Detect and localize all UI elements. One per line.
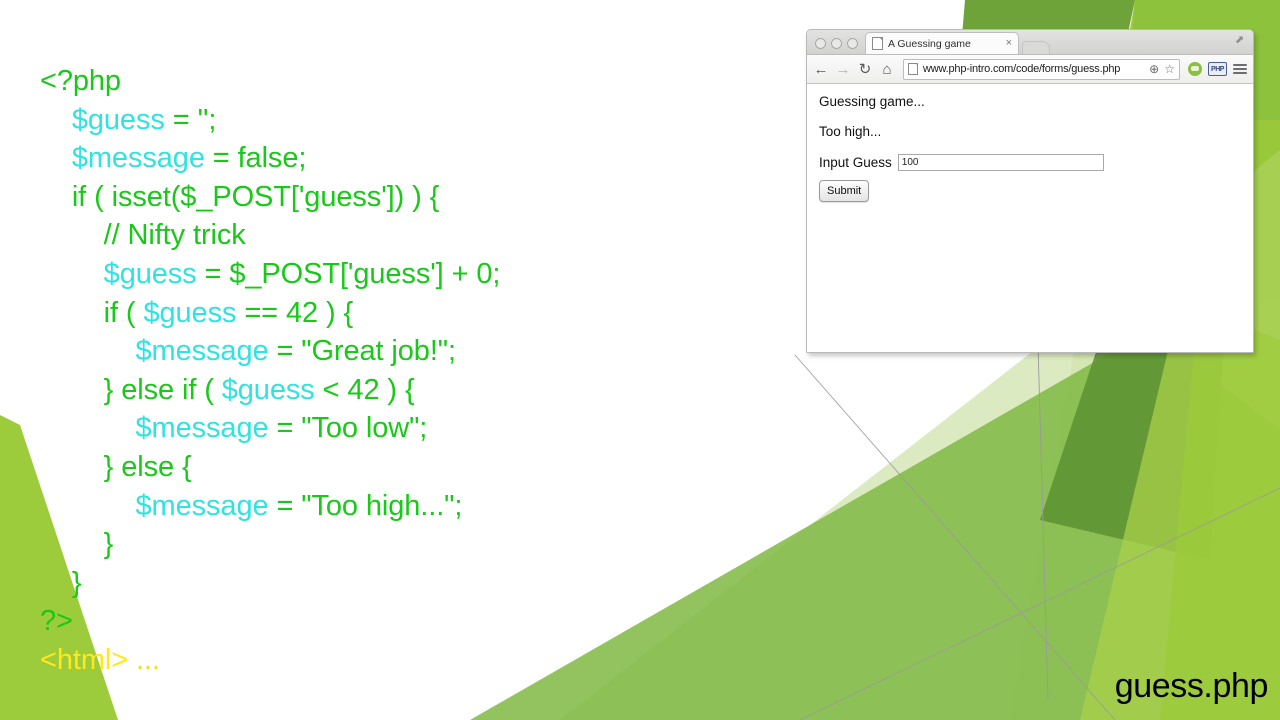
- code-line: $guess = $_POST['guess'] + 0;: [40, 255, 740, 294]
- code-token-code: == 42 ) {: [236, 296, 354, 329]
- code-token-code: }: [71, 566, 82, 599]
- window-controls: [807, 38, 865, 54]
- bookmark-star-icon[interactable]: ☆: [1164, 63, 1175, 75]
- guess-form-row: Input Guess: [819, 154, 1241, 171]
- code-token-var: $guess: [221, 373, 315, 406]
- code-token-var: $message: [135, 489, 269, 522]
- zoom-icon[interactable]: ⊕: [1149, 63, 1159, 75]
- code-line: if ( isset($_POST['guess']) ) {: [40, 178, 740, 217]
- zoom-window-dot[interactable]: [847, 38, 858, 49]
- new-tab-button[interactable]: [1022, 41, 1050, 54]
- code-token-code: if ( isset($_POST['guess']) ) {: [71, 180, 440, 213]
- code-line: $message = false;: [40, 139, 740, 178]
- code-token-var: $message: [135, 412, 269, 445]
- code-line: <html> ...: [40, 641, 740, 680]
- code-token-code: = "Great job!";: [268, 335, 456, 368]
- bg-line-diagonal-2: [794, 354, 1116, 720]
- code-line: // Nifty trick: [40, 216, 740, 255]
- url-text: www.php-intro.com/code/forms/guess.php: [923, 63, 1121, 75]
- page-icon: [872, 37, 883, 50]
- code-token-code: = '';: [164, 103, 217, 136]
- extension-php-icon[interactable]: PHP: [1208, 62, 1227, 76]
- page-result-message: Too high...: [819, 124, 882, 139]
- slide-canvas: <?php $guess = ''; $message = false; if …: [0, 0, 1280, 720]
- bg-line-diagonal-1: [1037, 344, 1049, 701]
- forward-icon[interactable]: →: [835, 61, 851, 77]
- page-viewport: Guessing game... Too high... Input Guess…: [807, 84, 1253, 352]
- submit-button[interactable]: Submit: [819, 180, 870, 202]
- code-line: if ( $guess == 42 ) {: [40, 294, 740, 333]
- browser-toolbar: ← → ↻ ⌂ www.php-intro.com/code/forms/gue…: [807, 55, 1253, 84]
- code-token-var: $guess: [143, 296, 237, 329]
- close-window-dot[interactable]: [815, 38, 826, 49]
- hamburger-menu-icon[interactable]: [1233, 64, 1247, 74]
- code-token-code: } else {: [103, 450, 192, 483]
- code-token-var: $message: [71, 142, 205, 175]
- code-line: }: [40, 564, 740, 603]
- php-code-listing: <?php $guess = ''; $message = false; if …: [40, 62, 740, 680]
- code-line: $guess = '';: [40, 101, 740, 140]
- code-token-var: $message: [135, 335, 269, 368]
- slide-caption: guess.php: [1114, 667, 1269, 705]
- code-line: ?>: [40, 602, 740, 641]
- code-line: $message = "Too low";: [40, 409, 740, 448]
- browser-window-screenshot: A Guessing game × ⬈ ← → ↻ ⌂ www.php-intr…: [806, 29, 1254, 353]
- browser-tab[interactable]: A Guessing game ×: [865, 32, 1019, 54]
- code-line: <?php: [40, 62, 740, 101]
- code-token-tag: <html>: [40, 643, 129, 676]
- code-token-code: = false;: [204, 142, 307, 175]
- code-token-code: = "Too high...";: [268, 489, 463, 522]
- code-line: $message = "Great job!";: [40, 332, 740, 371]
- browser-tab-title: A Guessing game: [888, 37, 971, 50]
- code-token-var: $guess: [71, 103, 165, 136]
- code-token-var: $guess: [103, 257, 197, 290]
- code-token-code: if (: [103, 296, 144, 329]
- code-token-code: = "Too low";: [268, 412, 428, 445]
- code-token-dots: ...: [128, 643, 160, 676]
- bg-shape-light-wedge: [1080, 300, 1280, 720]
- code-token-code: // Nifty trick: [103, 219, 246, 252]
- code-token-code: } else if (: [103, 373, 222, 406]
- code-token-code: ?>: [40, 605, 73, 638]
- page-heading: Guessing game...: [819, 94, 925, 109]
- close-tab-icon[interactable]: ×: [1006, 38, 1012, 49]
- browser-tab-strip: A Guessing game × ⬈: [807, 30, 1253, 55]
- maximize-window-icon[interactable]: ⬈: [1235, 35, 1246, 46]
- input-guess-label: Input Guess: [819, 155, 892, 170]
- minimize-window-dot[interactable]: [831, 38, 842, 49]
- back-icon[interactable]: ←: [813, 61, 829, 77]
- code-line: } else {: [40, 448, 740, 487]
- code-token-code: <?php: [40, 65, 121, 97]
- code-token-code: }: [103, 528, 114, 561]
- code-line: $message = "Too high...";: [40, 487, 740, 526]
- code-line: }: [40, 525, 740, 564]
- reload-icon[interactable]: ↻: [857, 61, 873, 77]
- home-icon[interactable]: ⌂: [879, 61, 895, 77]
- guess-input[interactable]: [897, 154, 1104, 171]
- address-bar[interactable]: www.php-intro.com/code/forms/guess.php ⊕…: [903, 58, 1180, 80]
- code-token-code: < 42 ) {: [314, 373, 415, 406]
- extension-green-icon[interactable]: [1188, 62, 1202, 76]
- code-line: } else if ( $guess < 42 ) {: [40, 371, 740, 410]
- code-token-code: = $_POST['guess'] + 0;: [196, 257, 501, 290]
- page-icon: [908, 63, 918, 75]
